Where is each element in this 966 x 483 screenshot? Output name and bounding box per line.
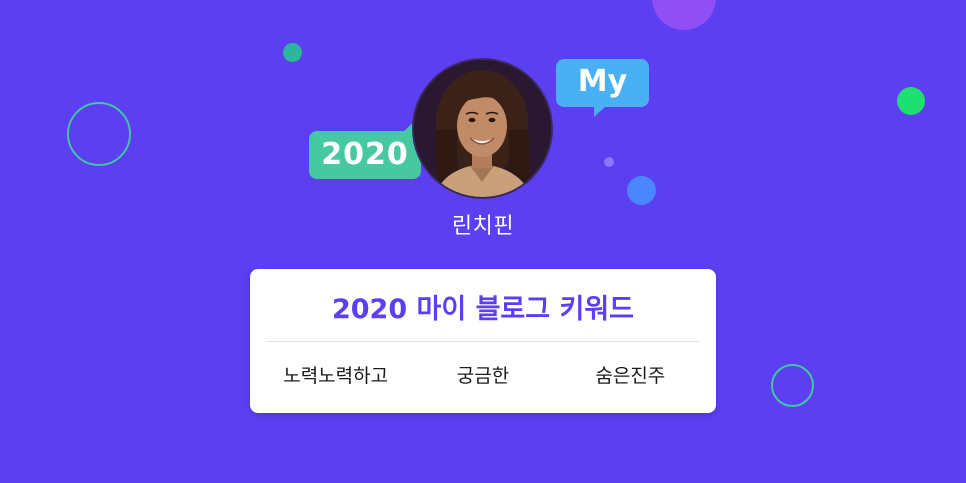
dot-decoration — [627, 176, 656, 205]
ring-decoration — [771, 364, 814, 407]
keyword-item: 궁금한 — [456, 365, 510, 387]
dot-decoration — [604, 157, 614, 167]
keyword-card: 2020 마이 블로그 키워드 노력노력하고 궁금한 숨은진주 — [250, 269, 716, 413]
avatar — [414, 60, 551, 197]
profile-name: 린치핀 — [451, 214, 515, 239]
divider — [266, 341, 700, 342]
keyword-item: 노력노력하고 — [283, 365, 389, 387]
circle-decoration — [652, 0, 716, 30]
avatar-portrait-icon — [414, 60, 551, 197]
ring-decoration — [67, 102, 131, 166]
dot-decoration — [283, 43, 302, 62]
keyword-list: 노력노력하고 궁금한 숨은진주 — [250, 361, 716, 388]
dot-decoration — [897, 87, 925, 115]
my-badge: My — [556, 59, 649, 117]
year-badge: 2020 — [309, 121, 421, 179]
keyword-card-banner: 2020 My 린치핀 2020 마이 블로그 키워드 노력노력하고 궁금한 숨… — [0, 0, 966, 483]
card-title: 2020 마이 블로그 키워드 — [331, 294, 635, 325]
keyword-item: 숨은진주 — [595, 365, 666, 387]
